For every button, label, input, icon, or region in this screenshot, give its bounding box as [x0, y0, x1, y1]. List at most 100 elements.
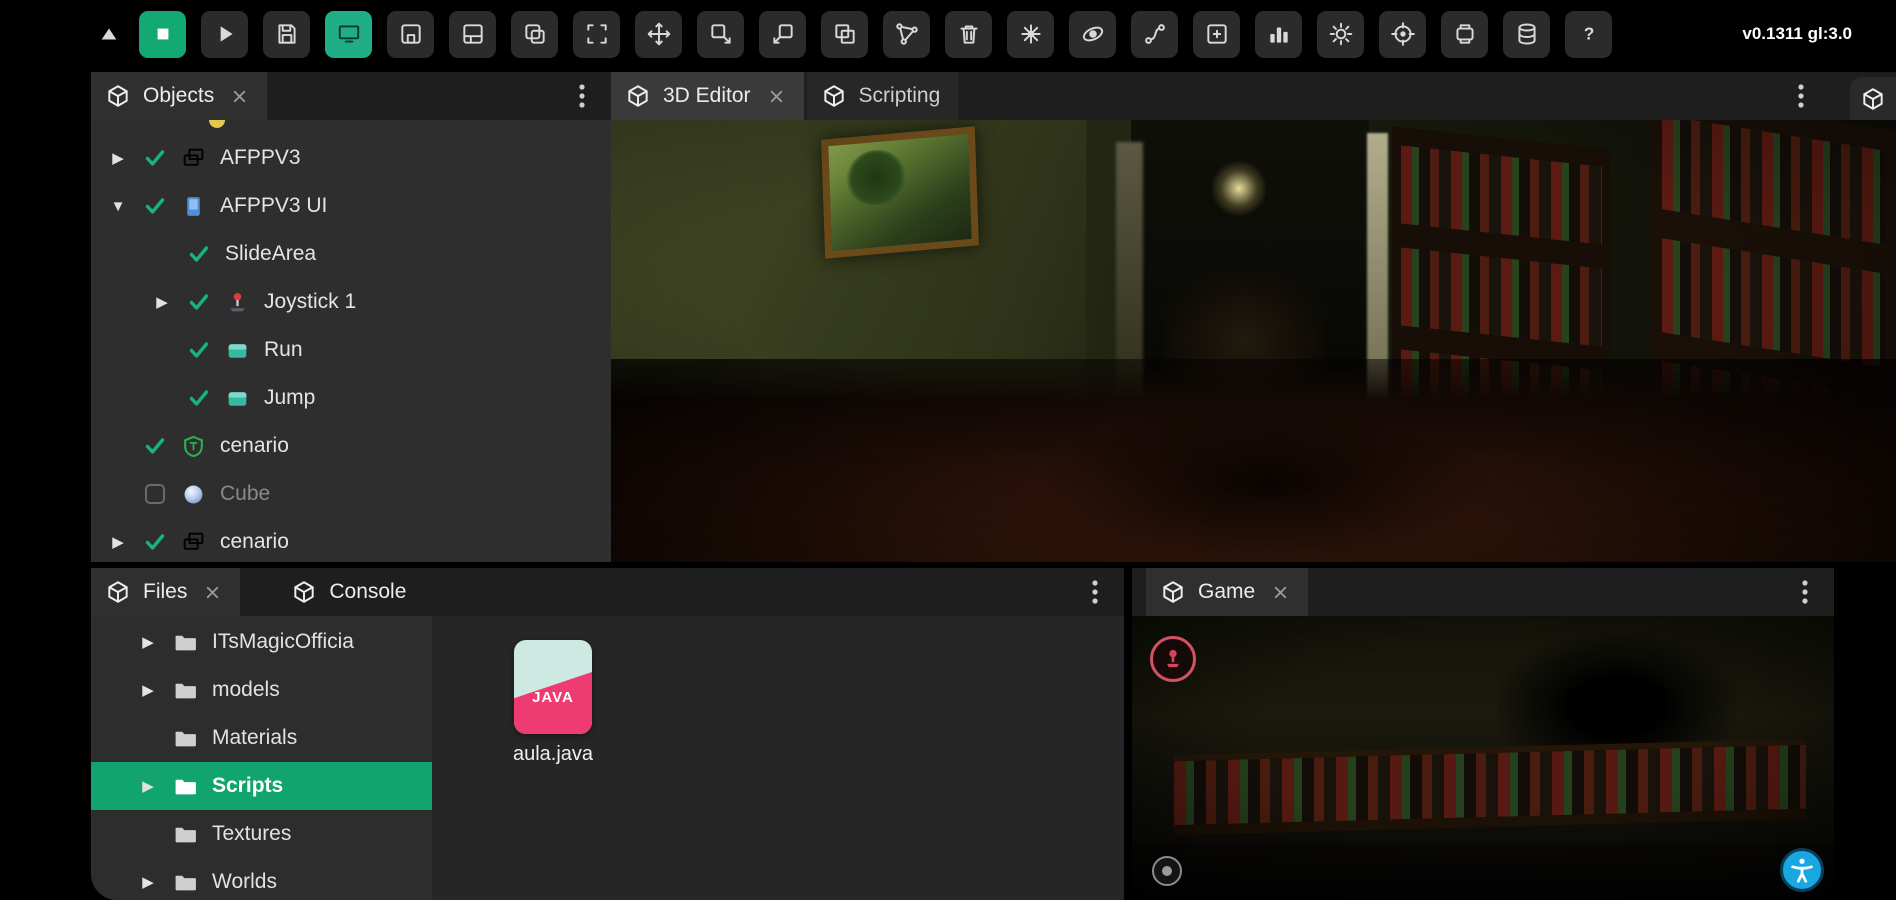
expand-icon[interactable]: ▶	[137, 873, 159, 891]
file-item[interactable]: JAVA aula.java	[498, 640, 608, 766]
expand-icon[interactable]: ▶	[107, 533, 129, 551]
visibility-checkbox[interactable]	[143, 194, 167, 218]
send-backward-button[interactable]	[697, 11, 744, 58]
folder-row[interactable]: Textures	[91, 810, 432, 858]
scripting-tab-label: Scripting	[859, 84, 941, 108]
panel-layout-button[interactable]	[387, 11, 434, 58]
objects-tree: ▶ AFPPV3 ▼AFPPV3 UI SlideArea ▶Joystick 1Run…	[91, 120, 611, 562]
assets-database-button[interactable]	[1503, 11, 1550, 58]
object-label: cenario	[220, 434, 289, 458]
close-icon[interactable]	[767, 87, 786, 106]
folder-row[interactable]: ▶ITsMagicOfficia	[91, 618, 432, 666]
visibility-checkbox[interactable]	[145, 484, 165, 504]
save-button[interactable]	[263, 11, 310, 58]
delete-button[interactable]	[945, 11, 992, 58]
play-button[interactable]	[201, 11, 248, 58]
visibility-checkbox[interactable]	[187, 338, 211, 362]
sphere-icon	[181, 482, 206, 507]
bring-forward-button[interactable]	[759, 11, 806, 58]
object-row[interactable]: cenario	[91, 422, 611, 470]
object-label: AFPPV3	[220, 146, 301, 170]
object-row[interactable]: ▼AFPPV3 UI	[91, 182, 611, 230]
thumbstick-button[interactable]	[1152, 856, 1182, 886]
folder-label: Worlds	[212, 870, 277, 894]
object-label: SlideArea	[225, 242, 316, 266]
visibility-checkbox[interactable]	[143, 146, 167, 170]
node-graph-button[interactable]	[883, 11, 930, 58]
selection-tool-button[interactable]	[573, 11, 620, 58]
top-row: Objects ▶ AFPPV3 ▼AFPPV3 UI SlideArea ▶Joyst…	[91, 72, 1896, 562]
keybtn-icon	[225, 386, 250, 411]
game-scene-vignette	[1132, 616, 1834, 900]
visibility-checkbox[interactable]	[143, 530, 167, 554]
tab-3d-editor[interactable]: 3D Editor	[611, 72, 804, 120]
files-panel: Files Console ▶ITsMagicOfficia▶modelsMat…	[91, 568, 1124, 900]
expand-icon[interactable]: ▶	[137, 777, 159, 795]
folder-row[interactable]: Materials	[91, 714, 432, 762]
joystick-indicator-icon[interactable]	[1150, 636, 1196, 682]
objects-tab-label: Objects	[143, 84, 214, 108]
waypoints-button[interactable]	[1131, 11, 1178, 58]
folder-label: Textures	[212, 822, 291, 846]
folder-row[interactable]: ▶ Scripts	[91, 762, 432, 810]
collapse-icon[interactable]: ▼	[107, 198, 129, 215]
build-device-button[interactable]	[1441, 11, 1488, 58]
expand-icon[interactable]: ▶	[107, 149, 129, 167]
panel-dock-button[interactable]	[449, 11, 496, 58]
visibility-checkbox[interactable]	[187, 290, 211, 314]
folder-row[interactable]: ▶models	[91, 666, 432, 714]
version-label: v0.1311 gl:3.0	[1742, 24, 1852, 44]
tab-objects[interactable]: Objects	[91, 72, 267, 120]
add-panel-button[interactable]	[1193, 11, 1240, 58]
duplicate-button[interactable]	[511, 11, 558, 58]
accessibility-icon[interactable]	[1780, 848, 1824, 892]
engine-app: ? v0.1311 gl:3.0 Objects ▶ AFPPV3 ▼AFPPV3 …	[0, 0, 1896, 900]
game-viewport[interactable]	[1132, 616, 1834, 900]
close-icon[interactable]	[230, 87, 249, 106]
effects-button[interactable]	[1007, 11, 1054, 58]
kebab-menu-icon[interactable]	[1794, 579, 1816, 605]
kebab-menu-icon[interactable]	[571, 83, 593, 109]
ui-page-icon	[181, 194, 206, 219]
object-row[interactable]: Run	[91, 326, 611, 374]
scene-menu-button[interactable]	[94, 11, 124, 58]
package-icon	[291, 579, 317, 605]
visibility-checkbox[interactable]	[187, 242, 211, 266]
package-icon	[1160, 579, 1186, 605]
tab-scripting[interactable]: Scripting	[807, 72, 959, 120]
close-icon[interactable]	[1271, 583, 1290, 602]
3d-viewport[interactable]	[611, 120, 1896, 562]
object-row[interactable]: ▶ AFPPV3	[91, 134, 611, 182]
files-grid[interactable]: JAVA aula.java	[432, 616, 1124, 900]
expand-icon[interactable]: ▶	[137, 681, 159, 699]
close-icon[interactable]	[203, 583, 222, 602]
settings-button[interactable]	[1317, 11, 1364, 58]
orbit-camera-button[interactable]	[1069, 11, 1116, 58]
hidden-tab[interactable]	[1850, 77, 1896, 120]
tab-files[interactable]: Files	[91, 568, 240, 616]
object-row[interactable]: ▶cenario	[91, 518, 611, 562]
expand-icon[interactable]: ▶	[151, 293, 173, 311]
expand-icon[interactable]: ▶	[137, 633, 159, 651]
object-row[interactable]: SlideArea	[91, 230, 611, 278]
visibility-checkbox[interactable]	[143, 434, 167, 458]
help-button[interactable]: ?	[1565, 11, 1612, 58]
statistics-button[interactable]	[1255, 11, 1302, 58]
instantiate-button[interactable]	[821, 11, 868, 58]
tab-console[interactable]: Console	[277, 568, 424, 616]
visibility-checkbox[interactable]	[187, 386, 211, 410]
game-tab-label: Game	[1198, 580, 1255, 604]
object-row[interactable]: ▶Joystick 1	[91, 278, 611, 326]
tab-game[interactable]: Game	[1146, 568, 1308, 616]
object-row[interactable]: Cube	[91, 470, 611, 518]
folder-row[interactable]: ▶ Worlds	[91, 858, 432, 900]
object-row[interactable]: Jump	[91, 374, 611, 422]
folder-icon	[173, 774, 198, 799]
folder-label: Scripts	[212, 774, 283, 798]
screen-capture-button[interactable]	[325, 11, 372, 58]
kebab-menu-icon[interactable]	[1084, 579, 1106, 605]
stop-button[interactable]	[139, 11, 186, 58]
focus-target-button[interactable]	[1379, 11, 1426, 58]
kebab-menu-icon[interactable]	[1790, 83, 1812, 109]
move-tool-button[interactable]	[635, 11, 682, 58]
